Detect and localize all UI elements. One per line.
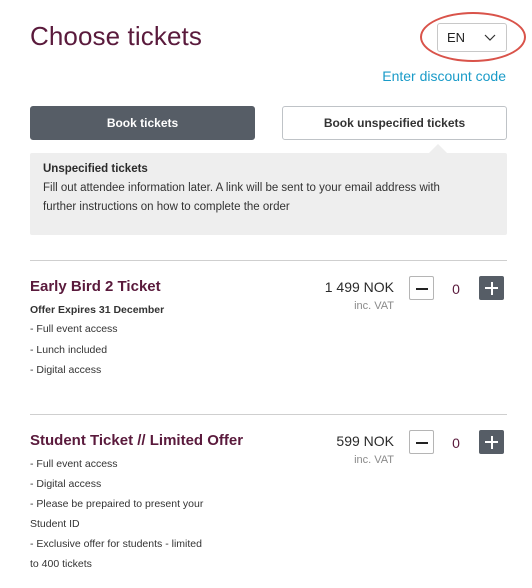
discount-code-link[interactable]: Enter discount code [382,68,506,84]
ticket-detail: to 400 tickets [30,558,92,570]
ticket-detail: - Lunch included [30,344,108,356]
minus-icon [416,442,428,444]
unspecified-info-box: Unspecified tickets Fill out attendee in… [30,144,507,235]
vat-label: inc. VAT [354,300,394,312]
ticket-price: 599 NOK [336,433,394,449]
ticket-name: Early Bird 2 Ticket [30,278,161,295]
ticket-detail: - Digital access [30,478,102,490]
increase-quantity-button[interactable] [479,430,504,454]
language-value: EN [447,30,466,45]
decrease-quantity-button[interactable] [409,276,434,300]
quantity-value: 0 [452,281,460,297]
decrease-quantity-button[interactable] [409,430,434,454]
ticket-detail: - Full event access [30,323,118,335]
ticket-detail: - Please be prepaired to present your [30,498,204,510]
ticket-detail: - Exclusive offer for students - limited [30,538,202,550]
vat-label: inc. VAT [354,454,394,466]
info-title: Unspecified tickets [43,163,148,175]
ticket-detail: Offer Expires 31 December [30,304,165,316]
divider [30,414,507,415]
info-line: Fill out attendee information later. A l… [43,182,440,194]
tab-book-unspecified-tickets[interactable]: Book unspecified tickets [282,106,507,140]
tab-book-tickets[interactable]: Book tickets [30,106,255,140]
ticket-detail: Student ID [30,518,80,530]
increase-quantity-button[interactable] [479,276,504,300]
divider [30,260,507,261]
ticket-price: 1 499 NOK [324,279,394,295]
quantity-value: 0 [452,435,460,451]
chevron-down-icon [484,34,496,41]
info-line: further instructions on how to complete … [43,201,290,213]
language-select[interactable]: EN [437,23,507,52]
page-title: Choose tickets [30,21,202,51]
minus-icon [416,288,428,290]
ticket-detail: - Full event access [30,458,118,470]
ticket-name: Student Ticket // Limited Offer [30,432,244,449]
ticket-detail: - Digital access [30,364,102,376]
